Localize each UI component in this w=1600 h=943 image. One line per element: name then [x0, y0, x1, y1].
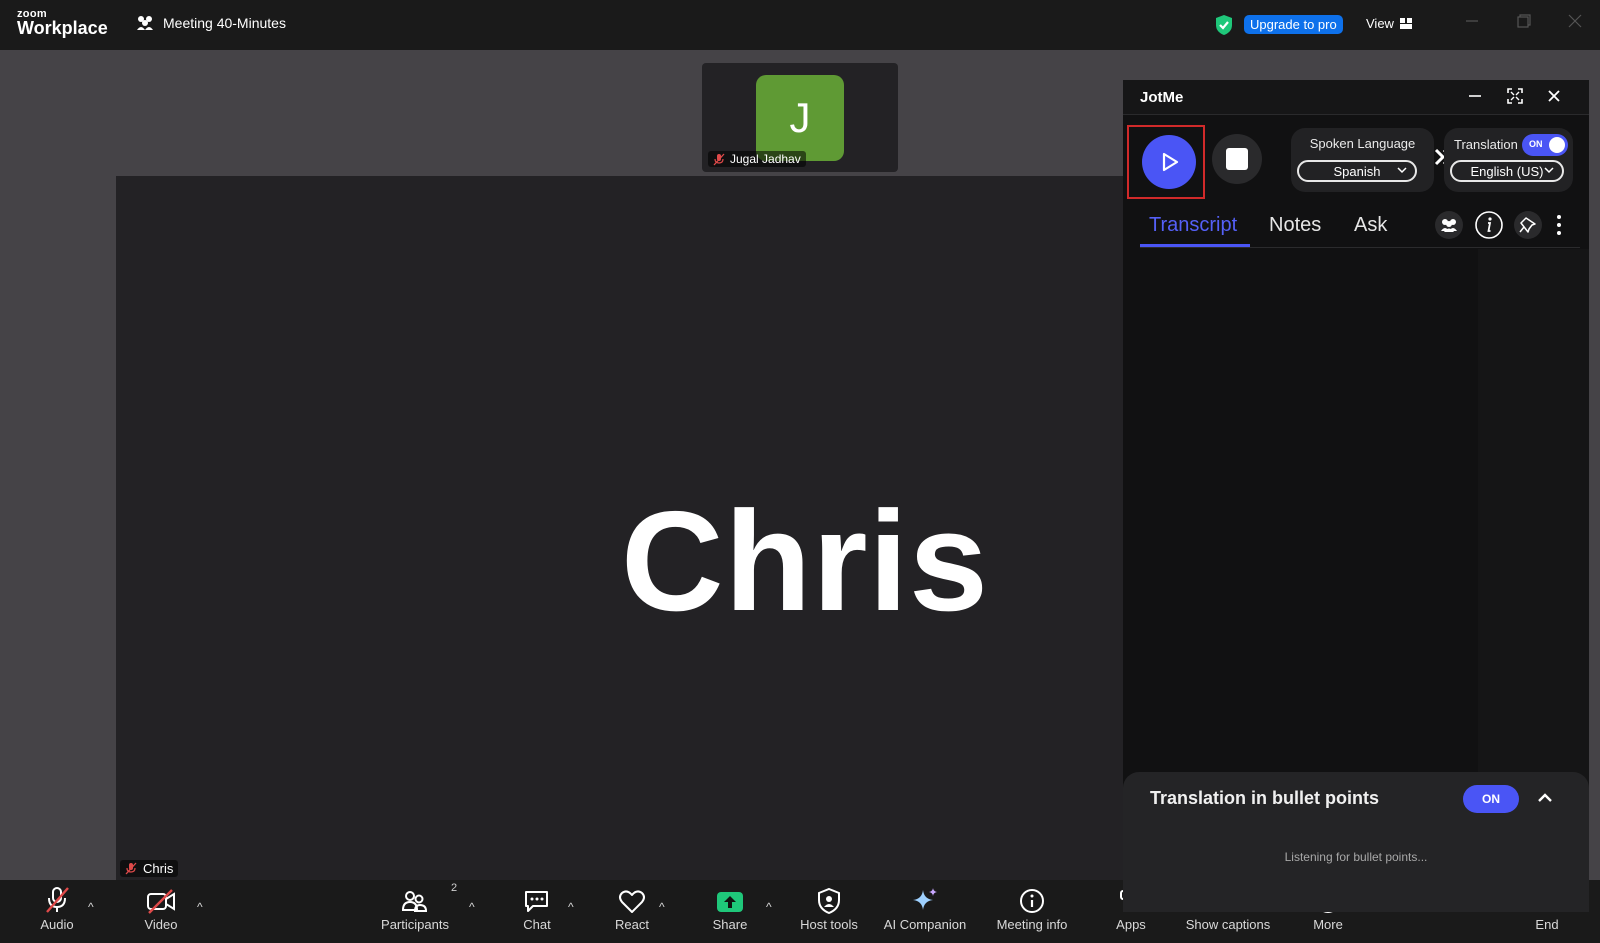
logo-big-text: Workplace	[17, 18, 108, 38]
shield-icon	[817, 880, 841, 914]
more-label: More	[1313, 917, 1343, 932]
target-language-select[interactable]: English (US)	[1450, 160, 1564, 182]
view-label: View	[1366, 16, 1394, 31]
spoken-language-label: Spoken Language	[1309, 136, 1416, 151]
tab-ask[interactable]: Ask	[1354, 214, 1387, 237]
bullets-toggle[interactable]: ON	[1463, 785, 1519, 813]
pin-icon[interactable]	[1513, 210, 1543, 240]
speakers-icon[interactable]	[1434, 210, 1464, 240]
participant-name: Jugal Jadhav	[730, 152, 801, 166]
transcript-area[interactable]	[1123, 249, 1478, 849]
mic-muted-icon	[125, 862, 137, 875]
info-icon[interactable]	[1474, 210, 1504, 240]
mic-muted-icon	[44, 880, 70, 914]
spoken-language-card: Spoken Language Spanish	[1291, 128, 1434, 192]
security-shield-icon[interactable]	[1214, 14, 1234, 36]
participants-button[interactable]: 2 Participants	[370, 880, 460, 932]
participants-icon: 2	[401, 880, 457, 914]
title-bar: zoom Workplace Meeting 40-Minutes Upgrad…	[0, 0, 1600, 50]
camera-off-icon	[146, 880, 176, 914]
main-participant-name: Chris	[143, 861, 174, 876]
chat-options-caret-icon[interactable]: ^	[568, 900, 574, 914]
participant-name-tag: Jugal Jadhav	[708, 151, 806, 167]
restore-window-icon[interactable]	[1517, 14, 1531, 28]
apps-label: Apps	[1116, 917, 1146, 932]
audio-options-caret-icon[interactable]: ^	[88, 900, 94, 914]
ai-companion-button[interactable]: AI Companion	[880, 880, 970, 932]
sparkle-icon	[911, 880, 939, 914]
share-options-caret-icon[interactable]: ^	[766, 900, 772, 914]
meeting-title[interactable]: Meeting 40-Minutes	[136, 15, 286, 31]
bullets-title: Translation in bullet points	[1150, 788, 1380, 808]
participants-label: Participants	[381, 917, 449, 932]
transcript-side-column	[1478, 249, 1589, 849]
participant-display-name: Chris	[621, 482, 989, 641]
jotme-tabs: Transcript Notes Ask	[1123, 206, 1589, 248]
share-label: Share	[712, 917, 748, 932]
mic-muted-icon	[713, 153, 725, 166]
info-icon	[1019, 880, 1045, 914]
bullets-status: Listening for bullet points...	[1284, 850, 1428, 864]
participants-options-caret-icon[interactable]: ^	[469, 900, 475, 914]
meeting-info-button[interactable]: Meeting info	[987, 880, 1077, 932]
audio-label: Audio	[40, 917, 74, 932]
bullet-translation-panel: Translation in bullet points ON Listenin…	[1123, 772, 1589, 912]
more-options-icon[interactable]	[1556, 214, 1562, 236]
react-options-caret-icon[interactable]: ^	[659, 900, 665, 914]
participant-thumbnail[interactable]: J Jugal Jadhav	[702, 63, 898, 172]
avatar: J	[756, 75, 844, 161]
chat-label: Chat	[523, 917, 551, 932]
meeting-info-label: Meeting info	[996, 917, 1068, 932]
spoken-language-value: Spanish	[1333, 163, 1381, 179]
toggle-knob	[1549, 137, 1565, 153]
share-screen-icon	[716, 880, 744, 914]
video-options-caret-icon[interactable]: ^	[197, 900, 203, 914]
end-label: End	[1535, 917, 1559, 932]
video-label: Video	[144, 917, 178, 932]
tabs-divider	[1140, 247, 1580, 248]
jotme-expand-icon[interactable]	[1507, 88, 1523, 104]
play-button[interactable]	[1142, 135, 1196, 189]
zoom-workplace-logo: zoom Workplace	[17, 9, 108, 38]
translation-label: Translation	[1454, 137, 1518, 152]
translation-card: Translation ON English (US)	[1444, 128, 1573, 192]
chevron-up-icon[interactable]	[1536, 789, 1554, 807]
meeting-title-text: Meeting 40-Minutes	[163, 15, 286, 31]
host-tools-label: Host tools	[800, 917, 858, 932]
host-tools-button[interactable]: Host tools	[784, 880, 874, 932]
react-label: React	[615, 917, 649, 932]
tab-notes[interactable]: Notes	[1269, 214, 1321, 237]
tab-transcript[interactable]: Transcript	[1149, 214, 1237, 237]
jotme-header: JotMe	[1123, 80, 1589, 115]
ai-companion-label: AI Companion	[883, 917, 967, 932]
jotme-close-icon[interactable]	[1546, 88, 1562, 104]
close-window-icon[interactable]	[1568, 14, 1582, 28]
main-video-tile[interactable]: Chris Chris	[116, 176, 1126, 880]
spoken-language-select[interactable]: Spanish	[1297, 160, 1417, 182]
translation-toggle-state: ON	[1529, 139, 1543, 149]
jotme-minimize-icon[interactable]	[1467, 88, 1483, 104]
share-button[interactable]: Share	[685, 880, 775, 932]
play-highlight-box	[1127, 125, 1205, 199]
upgrade-to-pro-button[interactable]: Upgrade to pro	[1244, 15, 1343, 34]
main-participant-name-tag: Chris	[120, 860, 179, 877]
meeting-icon	[136, 15, 154, 31]
jotme-title: JotMe	[1140, 89, 1184, 106]
stop-icon	[1226, 148, 1248, 170]
play-icon	[1162, 152, 1179, 172]
show-captions-label: Show captions	[1185, 917, 1271, 932]
minimize-window-icon[interactable]	[1465, 14, 1479, 28]
video-button[interactable]: Video	[116, 880, 206, 932]
chat-icon	[523, 880, 551, 914]
translation-toggle[interactable]: ON	[1522, 134, 1568, 156]
chevron-down-icon	[1544, 165, 1554, 175]
participants-count: 2	[451, 882, 458, 894]
heart-icon	[618, 880, 646, 914]
grid-view-icon	[1399, 18, 1412, 29]
target-language-value: English (US)	[1470, 163, 1544, 179]
view-button[interactable]: View	[1366, 16, 1412, 31]
chevron-down-icon	[1397, 165, 1407, 175]
stop-button[interactable]	[1212, 134, 1262, 184]
